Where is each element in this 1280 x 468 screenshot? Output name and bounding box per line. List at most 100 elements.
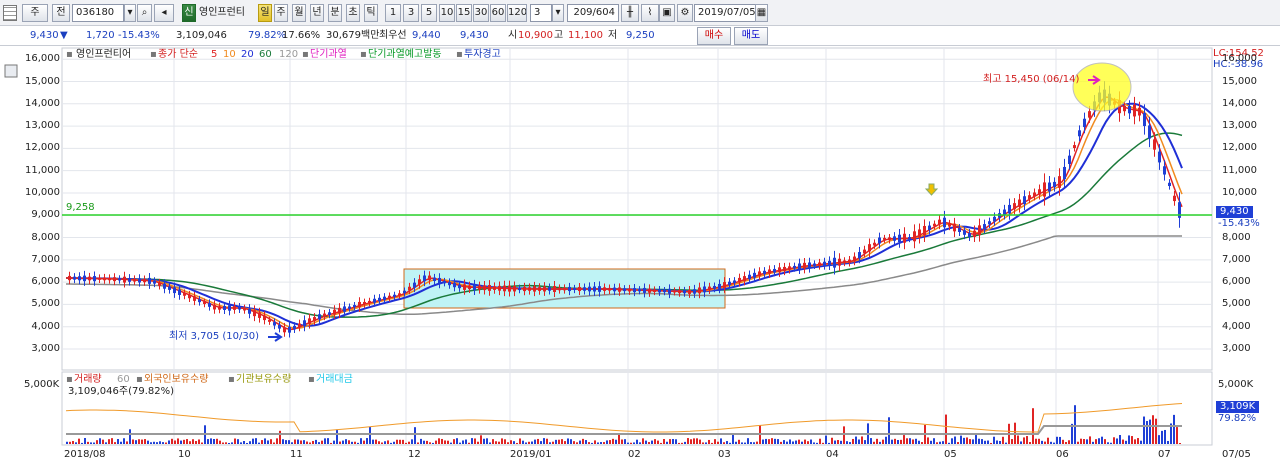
volume-bar[interactable]	[1176, 427, 1178, 444]
candle-body[interactable]	[698, 287, 701, 294]
volume-bar[interactable]	[666, 441, 668, 444]
volume-bar[interactable]	[1152, 415, 1154, 444]
candle-body[interactable]	[593, 286, 596, 292]
volume-bar[interactable]	[1053, 442, 1055, 444]
volume-bar[interactable]	[330, 442, 332, 444]
volume-bar[interactable]	[471, 438, 473, 444]
volume-bar[interactable]	[558, 439, 560, 444]
volume-bar[interactable]	[1161, 430, 1163, 444]
volume-bar[interactable]	[378, 441, 380, 444]
volume-bar[interactable]	[546, 438, 548, 444]
volume-bar[interactable]	[483, 438, 485, 444]
volume-bar[interactable]	[525, 442, 527, 444]
volume-bar[interactable]	[132, 439, 134, 444]
candle-body[interactable]	[153, 280, 156, 284]
legend-ma60[interactable]: 60	[259, 49, 272, 61]
candle-body[interactable]	[1048, 182, 1051, 192]
candle-body[interactable]	[1038, 189, 1041, 195]
volume-bar[interactable]	[1125, 440, 1127, 444]
volume-bar[interactable]	[1077, 441, 1079, 444]
volume-bar[interactable]	[762, 439, 764, 444]
volume-bar[interactable]	[687, 438, 689, 444]
volume-bar[interactable]	[342, 440, 344, 444]
volume-bar[interactable]	[537, 438, 539, 444]
volume-bar[interactable]	[819, 438, 821, 444]
candle-body[interactable]	[468, 285, 471, 290]
volume-bar[interactable]	[267, 440, 269, 444]
volume-bar[interactable]	[1074, 405, 1076, 444]
candle-body[interactable]	[658, 289, 661, 293]
volume-bar[interactable]	[930, 440, 932, 444]
stock-code-input[interactable]: 036180	[72, 4, 124, 22]
volume-bar[interactable]	[450, 442, 452, 444]
volume-bar[interactable]	[393, 441, 395, 444]
vol-legend-ma[interactable]: 60	[117, 374, 130, 386]
candle-body[interactable]	[788, 266, 791, 270]
volume-bar[interactable]	[1083, 439, 1085, 444]
volume-bar[interactable]	[807, 441, 809, 444]
volume-bar[interactable]	[747, 438, 749, 444]
volume-bar[interactable]	[270, 439, 272, 444]
volume-bar[interactable]	[1128, 435, 1130, 444]
volume-bar[interactable]	[1002, 436, 1004, 444]
volume-bar[interactable]	[438, 438, 440, 444]
candle-body[interactable]	[278, 325, 281, 329]
candle-body[interactable]	[268, 319, 271, 322]
vol-legend-volume[interactable]: 거래량	[74, 374, 102, 386]
candle-body[interactable]	[838, 258, 841, 266]
candle-body[interactable]	[808, 262, 811, 268]
volume-bar[interactable]	[198, 439, 200, 444]
volume-bar[interactable]	[165, 442, 167, 444]
volume-bar[interactable]	[243, 441, 245, 444]
volume-bar[interactable]	[570, 439, 572, 444]
candle-body[interactable]	[428, 275, 431, 281]
period-month-button[interactable]: 월	[292, 4, 306, 22]
volume-bar[interactable]	[456, 438, 458, 444]
candle-body[interactable]	[463, 284, 466, 290]
candle-body[interactable]	[1133, 104, 1136, 117]
volume-bar[interactable]	[105, 442, 107, 444]
candle-body[interactable]	[973, 230, 976, 237]
candle-body[interactable]	[358, 301, 361, 308]
candle-body[interactable]	[703, 286, 706, 293]
volume-bar[interactable]	[231, 442, 233, 444]
candle-body[interactable]	[618, 287, 621, 292]
volume-bar[interactable]	[495, 441, 497, 444]
candle-body[interactable]	[903, 233, 906, 243]
volume-bar[interactable]	[822, 442, 824, 444]
volume-bar[interactable]	[879, 441, 881, 444]
volume-bar[interactable]	[1029, 442, 1031, 444]
volume-bar[interactable]	[621, 439, 623, 444]
volume-bar[interactable]	[582, 438, 584, 444]
volume-bar[interactable]	[912, 439, 914, 444]
candle-body[interactable]	[198, 299, 201, 303]
volume-bar[interactable]	[354, 441, 356, 444]
volume-bar[interactable]	[285, 440, 287, 444]
volume-bar[interactable]	[684, 441, 686, 444]
candle-body[interactable]	[93, 276, 96, 282]
volume-bar[interactable]	[321, 440, 323, 444]
volume-bar[interactable]	[1146, 421, 1148, 444]
volume-bar[interactable]	[981, 439, 983, 444]
candle-body[interactable]	[568, 286, 571, 292]
volume-bar[interactable]	[720, 438, 722, 444]
volume-bar[interactable]	[1047, 437, 1049, 444]
candle-body[interactable]	[828, 260, 831, 266]
volume-bar[interactable]	[114, 442, 116, 444]
candle-body[interactable]	[803, 262, 806, 269]
volume-bar[interactable]	[372, 439, 374, 444]
volume-bar[interactable]	[717, 441, 719, 444]
volume-bar[interactable]	[288, 440, 290, 444]
candle-body[interactable]	[393, 294, 396, 297]
volume-bar[interactable]	[168, 440, 170, 444]
volume-bar[interactable]	[921, 442, 923, 444]
volume-bar[interactable]	[324, 438, 326, 444]
volume-bar[interactable]	[90, 442, 92, 444]
volume-bar[interactable]	[630, 442, 632, 444]
candle-body[interactable]	[813, 263, 816, 266]
candle-body[interactable]	[628, 288, 631, 292]
volume-bar[interactable]	[516, 442, 518, 444]
volume-bar[interactable]	[774, 438, 776, 444]
volume-bar[interactable]	[672, 438, 674, 444]
volume-bar[interactable]	[1110, 442, 1112, 444]
